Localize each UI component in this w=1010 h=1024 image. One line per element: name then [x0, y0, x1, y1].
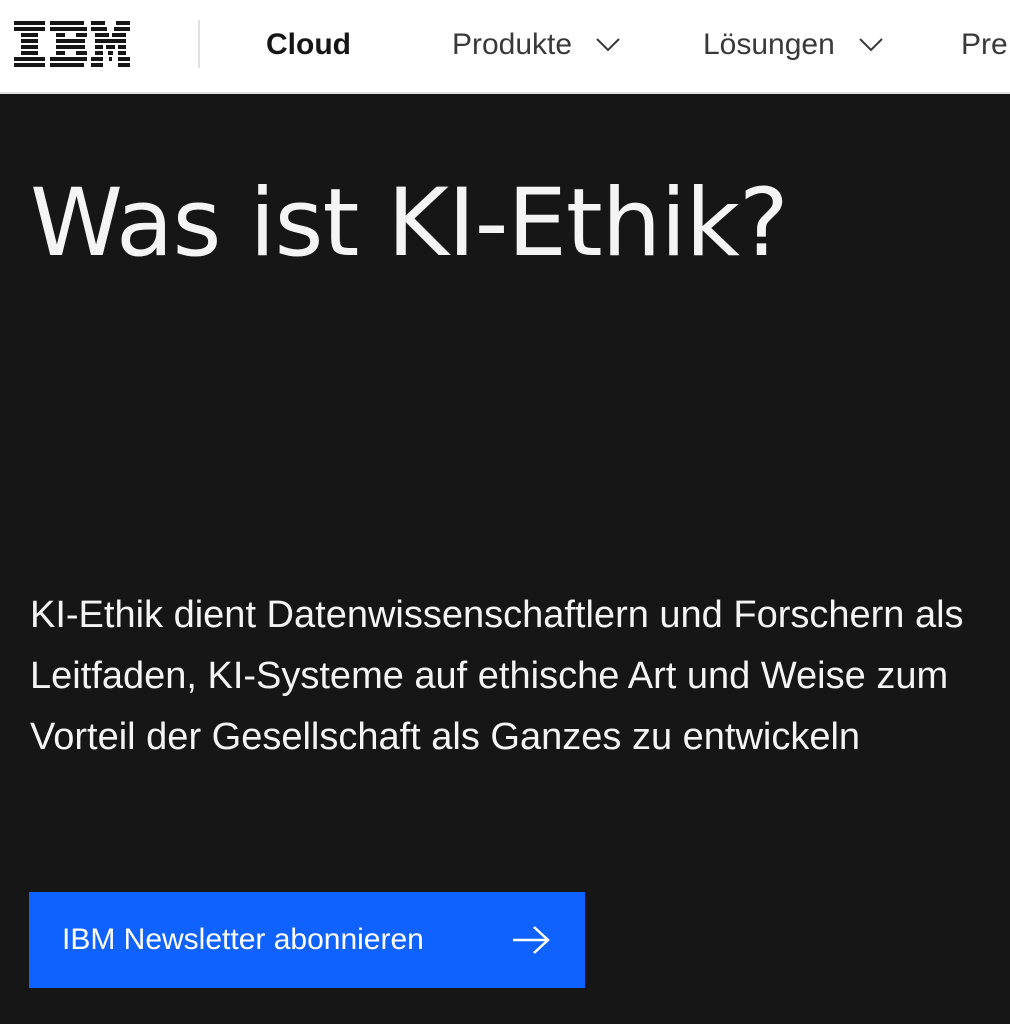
nav-brand-cloud[interactable]: Cloud: [266, 26, 351, 64]
page-title: Was ist KI-Ethik?: [30, 169, 789, 278]
nav-item-preise[interactable]: Pre: [961, 26, 1008, 64]
nav-item-label: Produkte: [452, 28, 573, 61]
ibm-logo-icon: [14, 21, 130, 67]
top-navigation: Cloud Produkte Lösungen Pre: [0, 0, 1010, 94]
chevron-down-icon: [859, 38, 883, 52]
hero-section: Was ist KI-Ethik? KI-Ethik dient Datenwi…: [0, 94, 1010, 1024]
chevron-down-icon: [596, 38, 620, 52]
arrow-right-icon: [513, 926, 550, 954]
newsletter-subscribe-button[interactable]: IBM Newsletter abonnieren: [29, 892, 585, 988]
nav-item-label: Lösungen: [703, 28, 835, 61]
newsletter-subscribe-label: IBM Newsletter abonnieren: [62, 923, 424, 956]
nav-item-label: Pre: [961, 28, 1008, 61]
nav-item-produkte[interactable]: Produkte: [452, 26, 620, 64]
nav-item-loesungen[interactable]: Lösungen: [703, 26, 883, 64]
hero-description: KI-Ethik dient Datenwissenschaftlern und…: [30, 594, 964, 758]
nav-divider: [198, 20, 200, 68]
